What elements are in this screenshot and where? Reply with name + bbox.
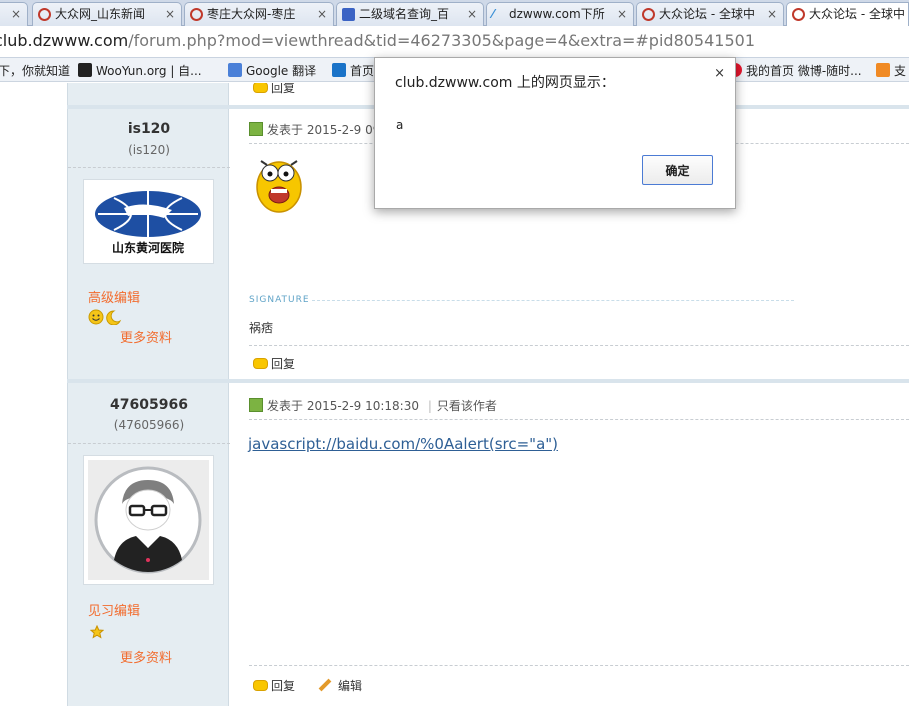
author-name[interactable]: 47605966: [68, 397, 230, 413]
reply-icon: [253, 83, 268, 93]
close-icon[interactable]: ×: [767, 3, 777, 25]
signature-text: 祸痞: [249, 321, 274, 335]
close-icon[interactable]: ×: [617, 3, 627, 25]
avatar[interactable]: 山东黄河医院: [83, 179, 214, 264]
url-host: club.dzwww.com: [0, 31, 129, 50]
post-date: 发表于 2015-2-9 10:18:30: [267, 399, 419, 413]
tab-label: 大众论坛 - 全球中: [659, 7, 755, 21]
more-profile-link[interactable]: 更多资料: [120, 647, 172, 666]
shocked-emoticon: [253, 153, 305, 218]
close-icon[interactable]: ×: [317, 3, 327, 25]
tab-zaozhuang[interactable]: 枣庄大众网-枣庄 ×: [184, 2, 334, 26]
bookmark-baidu[interactable]: 下，你就知道: [0, 62, 70, 79]
bookmark-label: 支: [894, 64, 907, 78]
address-bar[interactable]: club.dzwww.com/forum.php?mod=viewthread&…: [0, 27, 909, 58]
tab-label: 枣庄大众网-枣庄: [207, 7, 296, 21]
dialog-message: a: [396, 118, 404, 132]
post-icon: [249, 398, 263, 412]
tab-label: dzwww.com下所: [509, 7, 605, 21]
post1-meta: 发表于 2015-2-9 09: [249, 121, 380, 138]
reply-icon: [253, 358, 268, 369]
post2-author-column: 47605966 (47605966) 见习编辑 更多资料: [67, 383, 230, 706]
yellow-river-hospital-logo: 山东黄河医院: [93, 189, 203, 255]
alert-dialog: club.dzwww.com 上的网页显示： × a 确定: [374, 57, 736, 209]
bookmark-extension[interactable]: 支: [876, 62, 906, 79]
baidu-paw-icon: [342, 8, 355, 21]
bookmark-weibo[interactable]: 我的首页 微博-随时...: [728, 62, 862, 79]
bookmark-label: 下，你就知道: [0, 64, 71, 78]
bookmark-wooyun[interactable]: WooYun.org | 自...: [78, 62, 202, 79]
divider: [249, 665, 909, 666]
close-icon[interactable]: ×: [467, 3, 477, 25]
divider: [249, 345, 909, 346]
user-group[interactable]: 见习编辑: [88, 600, 140, 619]
author-id: (47605966): [113, 418, 185, 432]
bookmark-zhihu[interactable]: 首页: [332, 62, 374, 79]
author-id: (is120): [128, 143, 170, 157]
divider: [68, 167, 230, 168]
author-name[interactable]: is120: [68, 121, 230, 137]
tab-strip: × 大众网_山东新闻 × 枣庄大众网-枣庄 × 二级域名查询_百 × ⁄ dzw…: [0, 0, 909, 26]
post1-author-column: is120 (is120) 山东黄河医院 高级编辑 更多资料: [67, 109, 230, 379]
post-date: 发表于 2015-2-9 09: [267, 123, 381, 137]
bookmark-label: 首页: [350, 64, 375, 78]
wooyun-icon: [78, 63, 92, 77]
tab-label: 大众论坛 - 全球中: [809, 7, 905, 21]
bookmark-label: WooYun.org | 自...: [96, 64, 202, 78]
close-icon[interactable]: ×: [165, 3, 175, 25]
signature-label: SIGNATURE: [249, 295, 310, 305]
tab-dazhong-forum[interactable]: 大众论坛 - 全球中 ×: [636, 2, 784, 26]
prev-post-leftcol: [67, 83, 229, 105]
pencil-icon: [318, 678, 332, 692]
divider: [68, 443, 230, 444]
rank-icons: [88, 309, 122, 328]
prev-reply-button[interactable]: 回复: [253, 83, 295, 96]
bookmark-label: 我的首页 微博-随时...: [746, 64, 862, 78]
dazhong-icon: [642, 8, 655, 21]
meta-separator: |: [427, 399, 432, 413]
dazhong-icon: [792, 8, 805, 21]
edit-button[interactable]: 编辑: [316, 677, 362, 694]
reply-icon: [253, 680, 268, 691]
reply-button[interactable]: 回复: [253, 355, 295, 372]
close-icon[interactable]: ×: [11, 3, 21, 25]
dialog-title: club.dzwww.com 上的网页显示：: [395, 75, 615, 91]
url-path: /forum.php?mod=viewthread&tid=46273305&p…: [128, 31, 755, 50]
user-group[interactable]: 高级编辑: [88, 287, 140, 306]
tab-subdomain-query[interactable]: 二级域名查询_百 ×: [336, 2, 484, 26]
tab-label: 大众网_山东新闻: [55, 7, 146, 21]
tab-label: 二级域名查询_百: [359, 7, 450, 21]
dz-icon: ⁄: [492, 7, 495, 21]
avatar[interactable]: [83, 455, 214, 585]
star-icon: [89, 624, 105, 642]
bookmark-label: Google 翻译: [246, 64, 317, 78]
dazhong-icon: [190, 8, 203, 21]
more-profile-link[interactable]: 更多资料: [120, 327, 172, 346]
default-avatar-icon: [88, 460, 209, 580]
close-icon[interactable]: ×: [714, 66, 725, 81]
translate-icon: [228, 63, 242, 77]
zhihu-icon: [332, 63, 346, 77]
tab-dazhong-news[interactable]: 大众网_山东新闻 ×: [32, 2, 182, 26]
extension-icon: [876, 63, 890, 77]
svg-text:山东黄河医院: 山东黄河医院: [112, 240, 184, 255]
tab-partial[interactable]: ×: [0, 2, 28, 26]
post2-meta: 发表于 2015-2-9 10:18:30 | 只看该作者: [249, 397, 497, 414]
divider: [249, 419, 909, 420]
dazhong-icon: [38, 8, 51, 21]
divider: [312, 300, 794, 301]
reply-button[interactable]: 回复: [253, 677, 295, 694]
tab-dazhong-forum-active[interactable]: 大众论坛 - 全球中: [786, 2, 909, 26]
url-text[interactable]: club.dzwww.com/forum.php?mod=viewthread&…: [0, 31, 755, 50]
content-link[interactable]: javascript://baidu.com/%0Aalert(src="a"): [248, 435, 558, 453]
tab-dzwww[interactable]: ⁄ dzwww.com下所 ×: [486, 2, 634, 26]
post-icon: [249, 122, 263, 136]
bookmark-google-translate[interactable]: Google 翻译: [228, 62, 316, 79]
ok-button[interactable]: 确定: [642, 155, 713, 185]
only-author-link[interactable]: 只看该作者: [437, 399, 497, 413]
